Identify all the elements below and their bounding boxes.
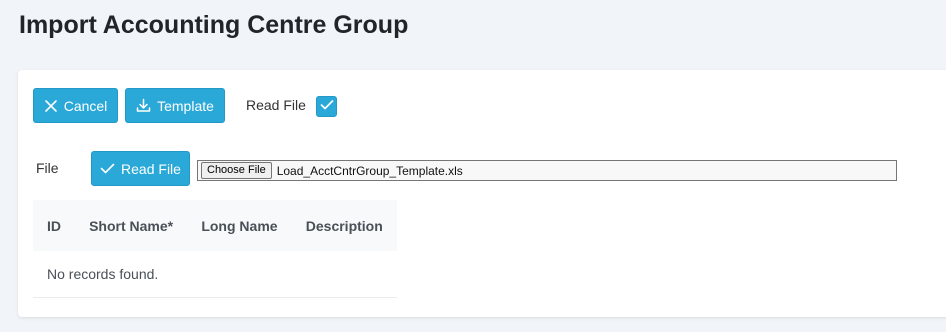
check-icon — [320, 98, 334, 116]
download-icon — [136, 98, 151, 113]
column-header-short-name[interactable]: Short Name* — [75, 200, 188, 251]
column-header-description[interactable]: Description — [291, 200, 397, 251]
page-title: Import Accounting Centre Group — [19, 11, 409, 39]
close-icon — [44, 99, 58, 113]
table-header-row: ID Short Name* Long Name Description — [33, 200, 397, 251]
choose-file-button[interactable]: Choose File — [201, 162, 272, 179]
records-table: ID Short Name* Long Name Description No … — [33, 200, 397, 298]
read-file-checkbox-label: Read File — [246, 97, 306, 113]
selected-file-name: Load_AcctCntrGroup_Template.xls — [276, 163, 463, 178]
file-label: File — [36, 160, 59, 176]
table-row: No records found. — [33, 251, 397, 298]
column-header-id[interactable]: ID — [33, 200, 76, 251]
column-header-long-name[interactable]: Long Name — [187, 200, 292, 251]
read-file-button-label: Read File — [121, 160, 181, 177]
file-input[interactable]: Choose File Load_AcctCntrGroup_Template.… — [197, 160, 897, 181]
template-button-label: Template — [157, 97, 214, 114]
template-button[interactable]: Template — [125, 88, 225, 123]
import-card: Cancel Template Read File File Read File… — [18, 70, 946, 317]
cancel-button-label: Cancel — [63, 97, 108, 114]
check-icon — [100, 162, 115, 175]
empty-message: No records found. — [33, 251, 397, 298]
read-file-checkbox[interactable] — [316, 96, 337, 117]
read-file-button[interactable]: Read File — [91, 151, 190, 186]
cancel-button[interactable]: Cancel — [33, 88, 118, 123]
